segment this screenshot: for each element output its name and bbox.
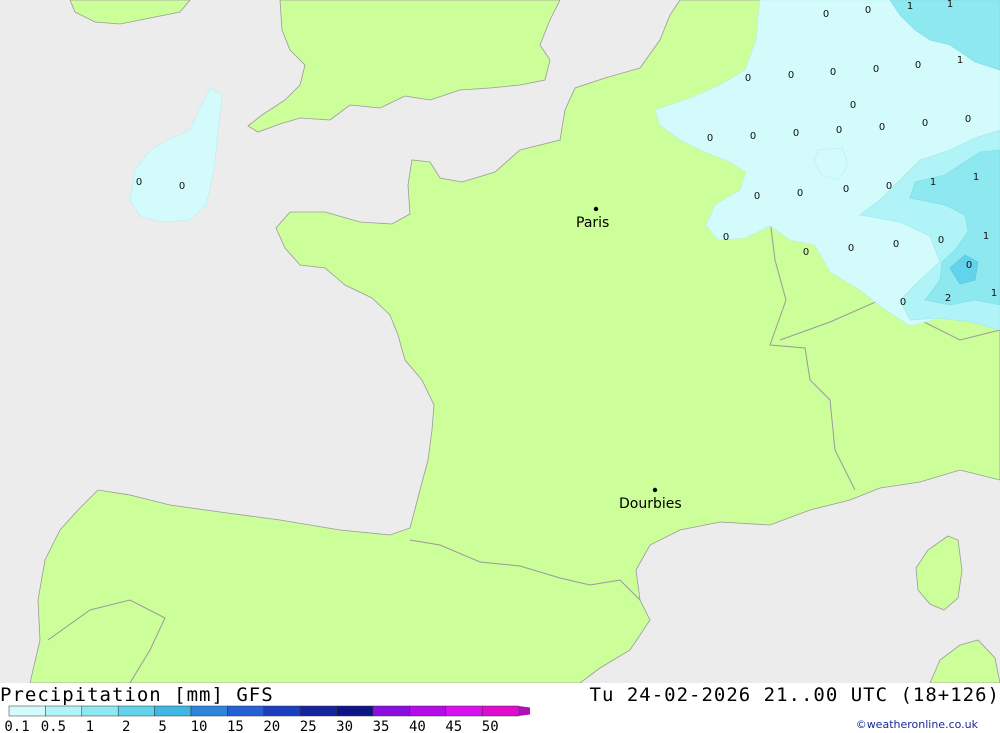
precip-label: 0	[922, 118, 928, 129]
legend-swatch	[81, 705, 119, 717]
precip-label: 0	[865, 5, 871, 16]
legend-tick-label: 2	[122, 719, 130, 733]
legend-swatch	[190, 705, 228, 717]
legend-swatch	[445, 705, 483, 717]
legend-swatch	[336, 705, 374, 717]
precip-label: 0	[900, 297, 906, 308]
precip-label: 1	[991, 288, 997, 299]
precip-label: 0	[966, 260, 972, 271]
city-label-dourbies: Dourbies	[619, 496, 682, 512]
legend-tick-label: 40	[409, 719, 426, 733]
precip-label: 0	[793, 128, 799, 139]
legend-swatch	[45, 705, 83, 717]
legend-swatch	[263, 705, 301, 717]
precip-label: 2	[945, 293, 951, 304]
legend-tick-label: 50	[482, 719, 499, 733]
precip-label: 0	[915, 60, 921, 71]
precip-label: 0	[850, 100, 856, 111]
city-label-paris: Paris	[576, 215, 609, 231]
legend-tick-label: 1	[86, 719, 94, 733]
legend-swatch	[409, 705, 447, 717]
precip-label: 0	[886, 181, 892, 192]
legend-swatch	[372, 705, 410, 717]
legend-tick-label: 10	[191, 719, 208, 733]
legend-ticks: 0.1 0.5 1 2 5 10 15 20 25 30 35 40 45 50	[4, 719, 498, 733]
legend-tick-label: 25	[300, 719, 317, 733]
valid-time: Tu 24-02-2026 21..00 UTC (18+126)	[589, 684, 1000, 706]
city-marker	[593, 206, 599, 212]
precip-label: 1	[907, 1, 913, 12]
legend-tick-label: 0.5	[41, 719, 66, 733]
precipitation-legend: 0.1 0.5 1 2 5 10 15 20 25 30 35 40 45 50	[4, 705, 530, 733]
legend-swatch	[154, 705, 192, 717]
precip-label: 1	[973, 172, 979, 183]
legend-swatch	[481, 705, 519, 717]
legend-tick-label: 45	[445, 719, 462, 733]
precip-label: 0	[873, 64, 879, 75]
precip-label: 0	[843, 184, 849, 195]
city-marker	[652, 487, 658, 493]
precip-label: 1	[957, 55, 963, 66]
precip-label: 1	[947, 0, 953, 10]
precip-label: 0	[803, 247, 809, 258]
precip-label: 1	[930, 177, 936, 188]
map-footer: Precipitation [mm] GFS Tu 24-02-2026 21.…	[0, 683, 1000, 733]
precip-label: 0	[750, 131, 756, 142]
precip-label: 0	[965, 114, 971, 125]
precip-label: 0	[797, 188, 803, 199]
precip-label: 0	[745, 73, 751, 84]
legend-swatch	[299, 705, 337, 717]
precip-label: 0	[788, 70, 794, 81]
precip-label: 0	[938, 235, 944, 246]
legend-swatches	[8, 705, 530, 717]
precip-label: 0	[836, 125, 842, 136]
legend-swatch	[8, 705, 46, 717]
precip-label: 0	[707, 133, 713, 144]
precip-label: 0	[823, 9, 829, 20]
precip-label: 0	[179, 181, 185, 192]
credit-link[interactable]: ©weatheronline.co.uk	[856, 718, 978, 731]
precipitation-map: 0 0 1 1 0 0 0 0 1 0 0 0 0 0 0 0 0 0 0 0 …	[0, 0, 1000, 683]
precip-label: 0	[893, 239, 899, 250]
precip-label: 0	[830, 67, 836, 78]
legend-tick-label: 30	[336, 719, 353, 733]
legend-swatch	[117, 705, 155, 717]
legend-tick-label: 5	[158, 719, 166, 733]
precip-label: 1	[983, 231, 989, 242]
precip-label: 0	[136, 177, 142, 188]
map-title: Precipitation [mm] GFS	[0, 684, 274, 706]
precip-label: 0	[723, 232, 729, 243]
precip-label: 0	[879, 122, 885, 133]
legend-tick-label: 0.1	[4, 719, 29, 733]
legend-tick-label: 20	[263, 719, 280, 733]
legend-tick-label: 15	[227, 719, 244, 733]
legend-arrow	[518, 706, 530, 716]
precip-label: 0	[754, 191, 760, 202]
legend-tick-label: 35	[373, 719, 390, 733]
legend-swatch	[227, 705, 265, 717]
precip-label: 0	[848, 243, 854, 254]
